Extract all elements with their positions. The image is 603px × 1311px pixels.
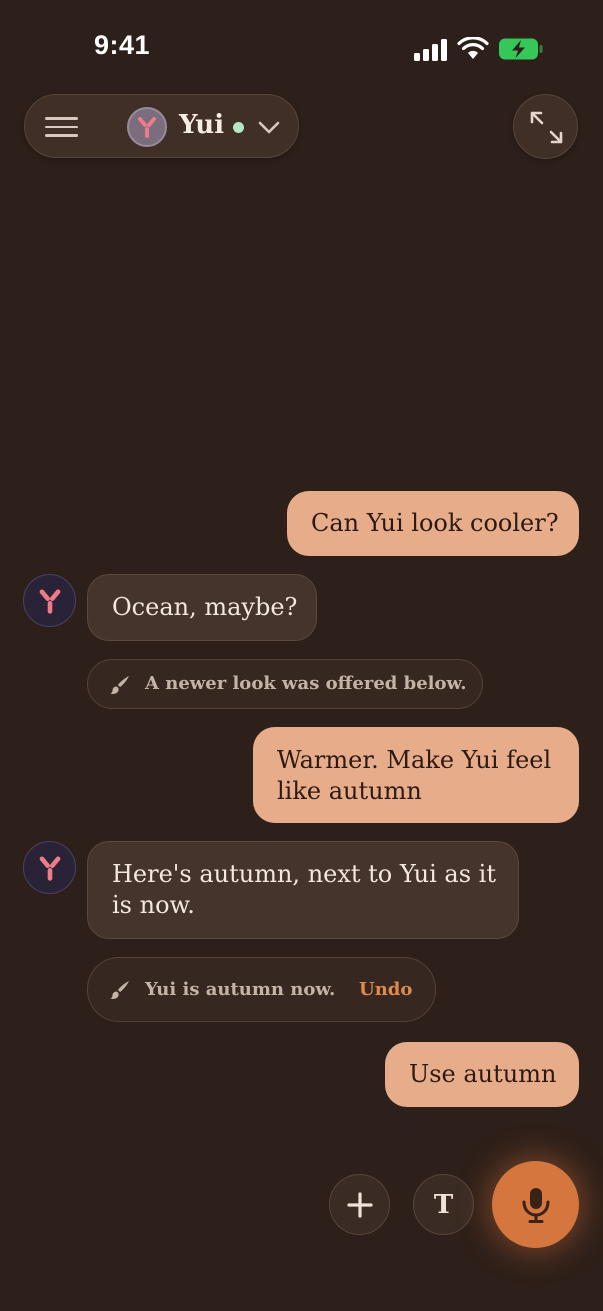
microphone-icon [522, 1187, 549, 1223]
message-text: Ocean, maybe? [112, 593, 298, 621]
text-mode-button[interactable]: T [413, 1174, 474, 1235]
agent-message: Here's autumn, next to Yui as it is now. [87, 841, 519, 939]
agent-switcher[interactable]: Yui [24, 94, 299, 158]
agent-logo-icon [39, 588, 60, 614]
expand-icon [530, 111, 563, 144]
plus-icon [346, 1191, 373, 1218]
chevron-down-icon[interactable] [257, 115, 281, 139]
system-notice: Yui is autumn now. Undo [87, 957, 436, 1022]
undo-button[interactable]: Undo [359, 979, 412, 1000]
agent-message: Ocean, maybe? [87, 574, 317, 641]
status-time: 9:41 [94, 30, 151, 60]
wifi-icon [457, 37, 489, 59]
message-text: Use autumn [409, 1060, 557, 1088]
user-message: Use autumn [385, 1042, 579, 1107]
status-bar: 9:41 [0, 0, 603, 90]
agent-avatar [23, 574, 76, 627]
add-attachment-button[interactable] [329, 1174, 390, 1235]
system-notice: A newer look was offered below. [87, 659, 483, 709]
agent-avatar [23, 841, 76, 894]
agent-logo-icon [39, 855, 60, 881]
menu-icon[interactable] [45, 117, 78, 137]
agent-name: Yui [179, 110, 225, 140]
microphone-button[interactable] [492, 1161, 579, 1248]
message-text: Can Yui look cooler? [311, 509, 559, 537]
text-mode-label: T [433, 1189, 454, 1220]
paintbrush-icon [110, 676, 129, 694]
message-text-line: Here's autumn, next to Yui as it [112, 860, 496, 888]
user-message: Can Yui look cooler? [287, 491, 579, 556]
message-text-line: like autumn [277, 777, 422, 805]
system-notice-text: Yui is autumn now. [145, 979, 336, 1000]
message-text-line: Warmer. Make Yui feel [277, 746, 552, 774]
system-notice-text: A newer look was offered below. [145, 673, 467, 694]
paintbrush-icon [110, 981, 129, 999]
message-text-line: is now. [112, 891, 195, 919]
user-message: Warmer. Make Yui feel like autumn [253, 727, 579, 823]
battery-charging-icon [499, 38, 543, 60]
online-status-dot [233, 122, 244, 133]
agent-avatar-icon [127, 107, 167, 147]
expand-button[interactable] [513, 94, 578, 159]
signal-icon [414, 39, 447, 61]
